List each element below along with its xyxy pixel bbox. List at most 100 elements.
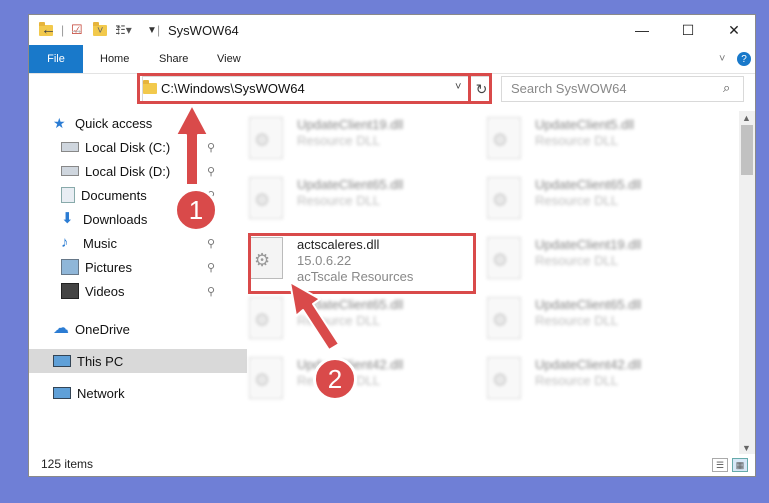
pin-icon[interactable]: ⚲: [207, 237, 215, 250]
file-name: UpdateClient42.dll: [535, 357, 642, 372]
refresh-highlight-box: [468, 73, 492, 104]
computer-icon: [53, 355, 71, 367]
drive-icon: [61, 142, 79, 152]
sidebar-item-label: Music: [83, 235, 117, 251]
file-name: UpdateClient19.dll: [535, 237, 642, 252]
back-button[interactable]: ←: [41, 21, 56, 38]
file-description: Resource DLL: [535, 193, 619, 208]
sidebar-item-label: This PC: [77, 353, 124, 369]
file-name: UpdateClient65.dll: [297, 177, 404, 192]
sidebar-item-documents[interactable]: Documents ⚲: [29, 183, 255, 207]
sidebar-item-label: Network: [77, 385, 125, 401]
file-highlight-box: [248, 233, 476, 294]
file-name: UpdateClient65.dll: [297, 297, 404, 312]
videos-icon: [61, 283, 79, 299]
sidebar-item-downloads[interactable]: ⬇ Downloads ⚲: [29, 207, 255, 231]
sidebar-item-label: OneDrive: [75, 321, 130, 337]
file-item[interactable]: UpdateClient42.dll Resource DLL: [467, 351, 697, 411]
maximize-button[interactable]: ☐: [665, 15, 711, 45]
tab-share[interactable]: Share: [159, 45, 188, 73]
sidebar-item-label: Documents: [81, 187, 147, 203]
item-count: 125 items: [41, 457, 94, 471]
dll-file-icon: [487, 297, 521, 339]
cloud-icon: ☁: [53, 320, 69, 337]
file-name: UpdateClient5.dll: [535, 117, 635, 132]
sidebar-item-label: Quick access: [75, 115, 153, 131]
dll-file-icon: [487, 237, 521, 279]
file-name: UpdateClient65.dll: [535, 297, 642, 312]
sidebar-item-label: Downloads: [83, 211, 148, 227]
file-item[interactable]: UpdateClient19.dll Resource DLL: [467, 231, 697, 291]
forward-button[interactable]: →: [69, 21, 84, 38]
sidebar-item-this-pc[interactable]: This PC: [29, 349, 247, 373]
sidebar-item-pictures[interactable]: Pictures ⚲: [29, 255, 255, 279]
step-2-badge: 2: [313, 357, 357, 401]
drive-icon: [61, 166, 79, 176]
pin-icon[interactable]: ⚲: [207, 261, 215, 274]
pin-icon[interactable]: ⚲: [207, 141, 215, 154]
details-view-icon[interactable]: ☰: [712, 458, 728, 472]
navigation-pane: ★ Quick access Local Disk (C:) ⚲ Local D…: [29, 111, 247, 441]
tab-view[interactable]: View: [217, 45, 241, 73]
search-placeholder: Search SysWOW64: [511, 81, 627, 96]
dll-file-icon: [249, 357, 283, 399]
file-item[interactable]: UpdateClient65.dll Resource DLL: [229, 291, 459, 351]
close-button[interactable]: ✕: [711, 15, 755, 45]
dll-file-icon: [249, 297, 283, 339]
step-1-badge: 1: [174, 188, 218, 232]
expand-ribbon-icon[interactable]: ˅: [719, 45, 725, 73]
window-title: SysWOW64: [168, 23, 239, 38]
sidebar-item-onedrive[interactable]: ☁ OneDrive: [29, 317, 247, 341]
file-description: Resource DLL: [297, 193, 381, 208]
dll-file-icon: [249, 177, 283, 219]
recent-locations-button[interactable]: ˅: [97, 25, 103, 37]
minimize-button[interactable]: —: [619, 15, 665, 45]
chevron-down-icon[interactable]: ▼: [147, 21, 157, 39]
dll-file-icon: [249, 117, 283, 159]
pictures-icon: [61, 259, 79, 275]
up-button[interactable]: ↑: [115, 21, 123, 38]
pin-icon[interactable]: ⚲: [207, 285, 215, 298]
file-item[interactable]: UpdateClient5.dll Resource DLL: [467, 111, 697, 171]
dll-file-icon: [487, 177, 521, 219]
sidebar-item-label: Local Disk (C:): [85, 139, 171, 155]
scroll-down-icon[interactable]: ▼: [742, 443, 751, 453]
scroll-up-icon[interactable]: ▲: [742, 113, 751, 123]
pin-icon[interactable]: ⚲: [207, 165, 215, 178]
sidebar-item-quick-access[interactable]: ★ Quick access: [29, 111, 247, 135]
ribbon-bar: [29, 45, 755, 74]
separator: |: [157, 23, 161, 37]
sidebar-item-local-disk-c[interactable]: Local Disk (C:) ⚲: [29, 135, 255, 159]
download-icon: ⬇: [61, 210, 74, 227]
large-icons-view-icon[interactable]: ▦: [732, 458, 748, 472]
sidebar-item-label: Pictures: [85, 259, 132, 275]
search-icon[interactable]: ⌕: [723, 80, 730, 96]
file-description: Resource DLL: [535, 133, 619, 148]
sidebar-item-local-disk-d[interactable]: Local Disk (D:) ⚲: [29, 159, 255, 183]
star-icon: ★: [53, 115, 66, 131]
file-item[interactable]: UpdateClient65.dll Resource DLL: [467, 171, 697, 231]
network-icon: [53, 387, 71, 399]
file-description: Resource DLL: [535, 253, 619, 268]
help-icon[interactable]: ?: [737, 52, 751, 66]
dll-file-icon: [487, 357, 521, 399]
scrollbar-thumb[interactable]: [741, 125, 753, 175]
file-item[interactable]: UpdateClient65.dll Resource DLL: [467, 291, 697, 351]
sidebar-item-music[interactable]: ♪ Music ⚲: [29, 231, 255, 255]
explorer-window: | ☑ ☷▾ ▼ | SysWOW64 — ☐ ✕ File Home Shar…: [28, 14, 756, 477]
tab-file[interactable]: File: [29, 45, 83, 73]
file-description: Resource DLL: [535, 373, 619, 388]
file-name: UpdateClient65.dll: [535, 177, 642, 192]
file-item[interactable]: UpdateClient65.dll Resource DLL: [229, 171, 459, 231]
sidebar-item-label: Videos: [85, 283, 125, 299]
file-item[interactable]: UpdateClient19.dll Resource DLL: [229, 111, 459, 171]
address-highlight-box: [137, 73, 492, 104]
music-icon: ♪: [61, 234, 69, 251]
tab-home[interactable]: Home: [100, 45, 129, 73]
separator: |: [61, 23, 65, 37]
documents-icon: [61, 187, 75, 203]
file-name: UpdateClient19.dll: [297, 117, 404, 132]
sidebar-item-label: Local Disk (D:): [85, 163, 171, 179]
sidebar-item-network[interactable]: Network: [29, 381, 247, 405]
sidebar-item-videos[interactable]: Videos ⚲: [29, 279, 255, 303]
